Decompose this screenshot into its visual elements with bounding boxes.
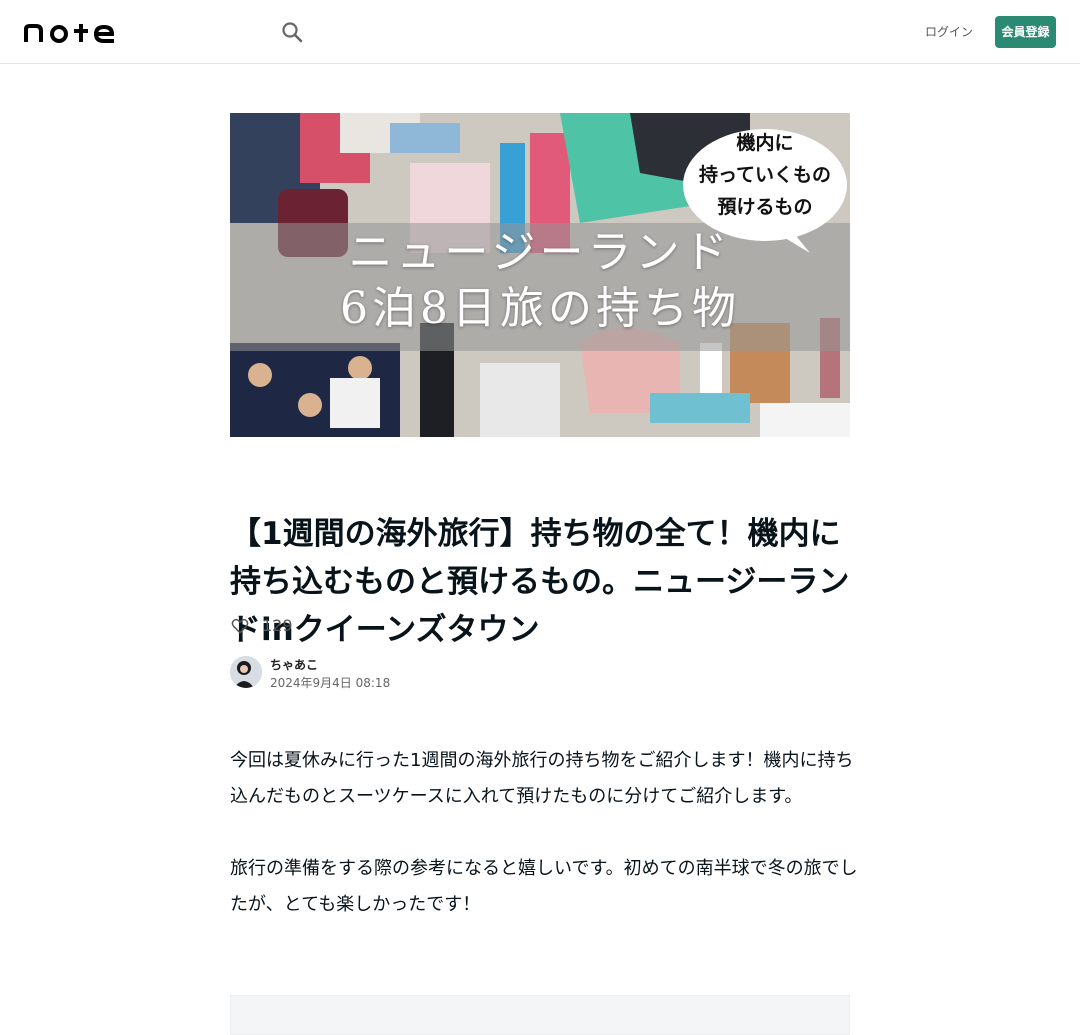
bubble-text-line2: 持っていくもの xyxy=(698,164,832,186)
author-avatar[interactable] xyxy=(230,656,262,688)
search-icon[interactable] xyxy=(280,20,304,44)
bubble-text-line1: 機内に xyxy=(736,132,794,154)
hero-headline-line2: 6泊8日旅の持ち物 xyxy=(340,283,740,334)
eyecatch-image: ニュージーランド 6泊8日旅の持ち物 機内に 持っていくもの 預けるもの xyxy=(230,113,850,437)
article-paragraph: 旅行の準備をする際の参考になると嬉しいです。初めての南半球で冬の旅でしたが、とて… xyxy=(230,858,858,915)
embedded-content-box xyxy=(230,995,850,1035)
author-info: ちゃあこ 2024年9月4日 08:18 xyxy=(230,654,630,690)
heart-icon[interactable] xyxy=(230,616,250,636)
like-count: 129 xyxy=(262,616,293,635)
note-logo[interactable] xyxy=(24,20,124,44)
post-date: 2024年9月4日 08:18 xyxy=(270,676,391,690)
site-header: ログイン 会員登録 xyxy=(0,0,1080,64)
author-name[interactable]: ちゃあこ xyxy=(270,656,318,673)
signup-button[interactable]: 会員登録 xyxy=(995,16,1056,48)
article-title: 【1週間の海外旅行】持ち物の全て！機内に持ち込むものと預けるもの。ニュージーラン… xyxy=(230,516,850,648)
bubble-text-line3: 預けるもの xyxy=(717,196,813,218)
login-link[interactable]: ログイン xyxy=(924,22,974,42)
article-paragraph: 今回は夏休みに行った1週間の海外旅行の持ち物をご紹介します！機内に持ち込んだもの… xyxy=(230,750,854,807)
